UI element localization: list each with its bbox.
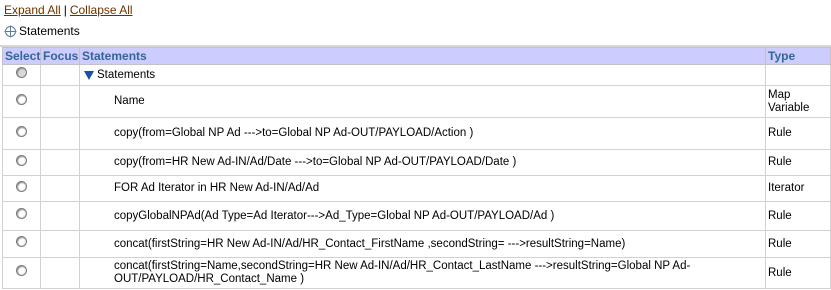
focus-cell xyxy=(40,230,80,258)
link-separator: | xyxy=(63,3,67,17)
statement-text: copyGlobalNPAd(Ad Type=Ad Iterator--->Ad… xyxy=(114,209,555,222)
statement-text: copy(from=HR New Ad-IN/Ad/Date --->to=Gl… xyxy=(114,156,517,168)
type-cell: Iterator xyxy=(765,175,831,202)
type-cell: Map Variable xyxy=(765,85,831,118)
breadcrumb-label[interactable]: Statements xyxy=(19,21,80,41)
column-header-statements: Statements xyxy=(79,47,766,65)
select-radio[interactable] xyxy=(16,93,27,105)
column-header-focus: Focus xyxy=(40,47,80,65)
select-radio[interactable] xyxy=(16,208,27,220)
crosshair-focus-icon xyxy=(4,25,17,37)
focus-cell xyxy=(40,85,80,118)
statement-cell: concat(firstString=HR New Ad-IN/Ad/HR_Co… xyxy=(79,230,766,258)
select-radio[interactable] xyxy=(16,154,27,166)
tree-node-statements[interactable]: Statements xyxy=(82,69,763,81)
select-radio[interactable] xyxy=(16,265,27,277)
statement-cell: Statements xyxy=(79,64,766,86)
column-header-select: Select xyxy=(2,47,41,65)
table-row: copy(from=HR New Ad-IN/Ad/Date --->to=Gl… xyxy=(2,149,831,176)
type-cell xyxy=(765,64,831,86)
table-row: Name Map Variable xyxy=(2,85,831,118)
focus-cell xyxy=(40,201,80,231)
select-cell xyxy=(2,257,41,289)
collapse-all-link[interactable]: Collapse All xyxy=(70,3,133,17)
breadcrumb: Statements xyxy=(4,21,80,41)
type-cell: Rule xyxy=(765,257,831,289)
statement-cell: FOR Ad Iterator in HR New Ad-IN/Ad/Ad xyxy=(79,175,766,202)
statement-cell: copyGlobalNPAd(Ad Type=Ad Iterator--->Ad… xyxy=(79,201,766,231)
statement-cell: copy(from=Global NP Ad --->to=Global NP … xyxy=(79,117,766,150)
select-cell xyxy=(2,230,41,258)
select-radio[interactable] xyxy=(16,236,27,248)
select-cell xyxy=(2,175,41,202)
expand-collapse-links: Expand All | Collapse All xyxy=(4,2,133,18)
select-cell xyxy=(2,85,41,118)
statement-cell: copy(from=HR New Ad-IN/Ad/Date --->to=Gl… xyxy=(79,149,766,176)
statement-cell: Name xyxy=(79,85,766,118)
focus-cell xyxy=(40,257,80,289)
select-radio[interactable] xyxy=(16,180,27,192)
select-radio[interactable] xyxy=(16,125,27,137)
type-cell: Rule xyxy=(765,230,831,258)
type-cell: Rule xyxy=(765,201,831,231)
type-cell: Rule xyxy=(765,117,831,150)
table-row-root: Statements xyxy=(2,64,831,86)
expanded-triangle-icon[interactable] xyxy=(84,70,94,80)
focus-cell xyxy=(40,175,80,202)
select-cell xyxy=(2,64,41,86)
focus-cell xyxy=(40,64,80,86)
statements-table: Select Focus Statements Type Statements … xyxy=(2,47,831,289)
statement-cell: concat(firstString=Name,secondString=HR … xyxy=(79,257,766,289)
table-row: copyGlobalNPAd(Ad Type=Ad Iterator--->Ad… xyxy=(2,201,831,231)
expand-all-link[interactable]: Expand All xyxy=(4,3,61,17)
statement-text: concat(firstString=Name,secondString=HR … xyxy=(114,260,691,285)
focus-cell xyxy=(40,149,80,176)
tree-node-label: Statements xyxy=(97,69,156,81)
statement-text: concat(firstString=HR New Ad-IN/Ad/HR_Co… xyxy=(114,237,626,250)
select-cell xyxy=(2,117,41,150)
column-header-type: Type xyxy=(765,47,831,65)
focus-cell xyxy=(40,117,80,150)
statement-text: FOR Ad Iterator in HR New Ad-IN/Ad/Ad xyxy=(114,182,320,194)
table-row: copy(from=Global NP Ad --->to=Global NP … xyxy=(2,117,831,150)
select-cell xyxy=(2,201,41,231)
select-radio[interactable] xyxy=(16,67,27,79)
statement-text: copy(from=Global NP Ad --->to=Global NP … xyxy=(114,127,474,139)
select-cell xyxy=(2,149,41,176)
table-header-row: Select Focus Statements Type xyxy=(2,47,831,65)
table-row: concat(firstString=Name,secondString=HR … xyxy=(2,257,831,289)
table-row: concat(firstString=HR New Ad-IN/Ad/HR_Co… xyxy=(2,230,831,258)
statement-text: Name xyxy=(114,95,145,107)
type-cell: Rule xyxy=(765,149,831,176)
table-row: FOR Ad Iterator in HR New Ad-IN/Ad/Ad It… xyxy=(2,175,831,202)
